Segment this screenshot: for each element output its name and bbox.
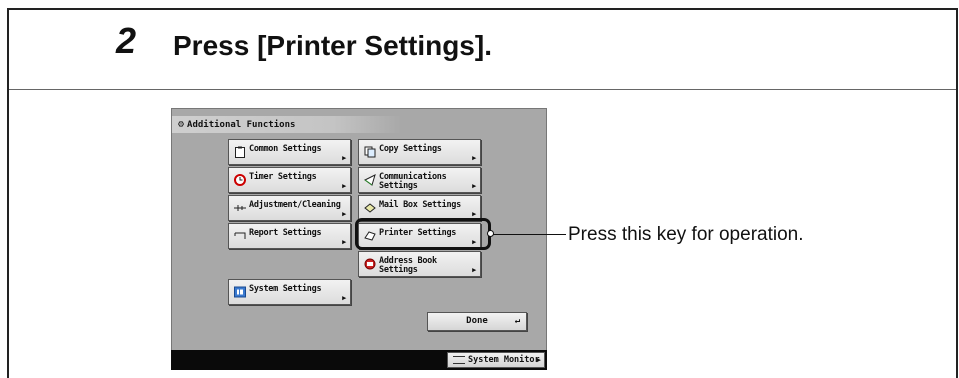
copy-icon — [364, 146, 376, 158]
report-settings-button[interactable]: Report Settings ▶ — [228, 223, 351, 249]
clipboard-icon — [235, 146, 245, 158]
arrow-right-icon: ▶ — [472, 182, 476, 190]
callout-dot — [487, 230, 494, 237]
arrow-right-icon: ▶ — [342, 210, 346, 218]
system-icon — [234, 286, 246, 298]
status-bar: System Monitor ▶ — [171, 350, 547, 370]
clock-icon — [234, 174, 246, 186]
arrow-right-icon: ▶ — [536, 356, 541, 364]
address-book-settings-button[interactable]: Address Book Settings ▶ — [358, 251, 481, 277]
button-label: Copy Settings — [379, 144, 442, 154]
button-label: Common Settings — [249, 144, 322, 154]
button-label: Address Book Settings — [379, 256, 437, 275]
arrow-right-icon: ▶ — [472, 154, 476, 162]
arrow-right-icon: ▶ — [472, 210, 476, 218]
step-instruction: Press [Printer Settings]. — [173, 30, 492, 61]
screen-title-bar: ⚙ Additional Functions — [172, 116, 402, 133]
system-settings-button[interactable]: System Settings ▶ — [228, 279, 351, 305]
button-label: Timer Settings — [249, 172, 317, 182]
divider — [9, 89, 956, 90]
arrow-right-icon: ▶ — [342, 238, 346, 246]
mailbox-icon — [364, 203, 376, 213]
button-label: Mail Box Settings — [379, 200, 461, 210]
additional-functions-icon: ⚙ — [178, 119, 185, 130]
done-label: Done — [466, 316, 488, 326]
step-number: 2 — [116, 20, 137, 61]
enter-icon: ↵ — [514, 316, 520, 326]
button-label: Report Settings — [249, 228, 322, 238]
screen-title: Additional Functions — [187, 120, 296, 130]
system-monitor-label: System Monitor — [468, 355, 540, 365]
system-monitor-button[interactable]: System Monitor ▶ — [447, 352, 545, 368]
callout-line — [491, 234, 566, 235]
copy-settings-button[interactable]: Copy Settings ▶ — [358, 139, 481, 165]
arrow-right-icon: ▶ — [342, 182, 346, 190]
common-settings-button[interactable]: Common Settings ▶ — [228, 139, 351, 165]
arrow-right-icon: ▶ — [472, 266, 476, 274]
button-label: Communications Settings — [379, 172, 447, 191]
callout-text: Press this key for operation. — [568, 224, 804, 245]
monitor-icon — [453, 355, 465, 364]
address-book-icon — [364, 258, 376, 270]
button-label: System Settings — [249, 284, 322, 294]
timer-settings-button[interactable]: Timer Settings ▶ — [228, 167, 351, 193]
arrow-right-icon: ▶ — [342, 154, 346, 162]
printer-settings-highlight — [355, 218, 491, 250]
report-icon — [234, 232, 246, 239]
send-icon — [364, 174, 376, 186]
done-button[interactable]: Done ↵ — [427, 312, 527, 331]
adjustment-icon — [234, 205, 246, 211]
communications-settings-button[interactable]: Communications Settings ▶ — [358, 167, 481, 193]
adjustment-cleaning-button[interactable]: Adjustment/Cleaning ▶ — [228, 195, 351, 221]
button-label: Adjustment/Cleaning — [249, 200, 341, 210]
arrow-right-icon: ▶ — [342, 294, 346, 302]
